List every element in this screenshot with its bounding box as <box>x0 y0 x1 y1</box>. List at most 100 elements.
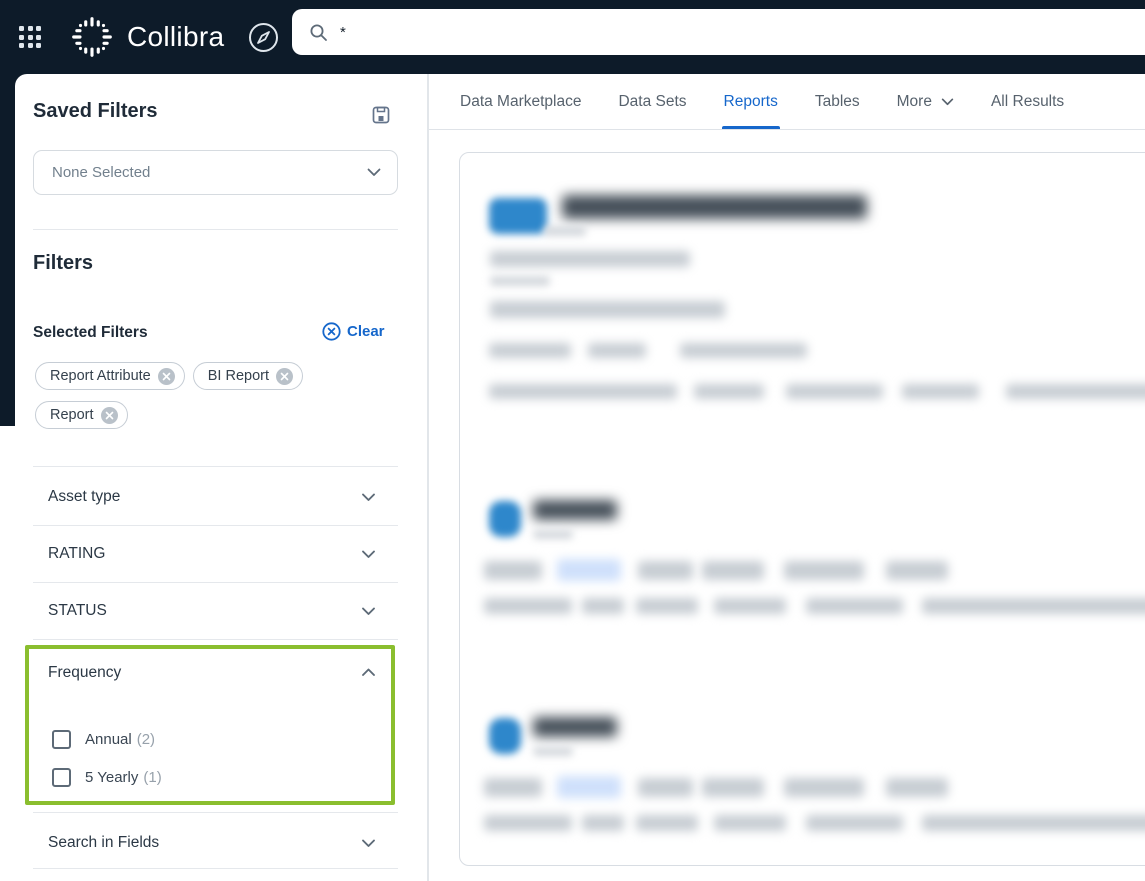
blurred-text-bar <box>490 251 690 267</box>
blurred-text-bar <box>490 301 725 318</box>
result-type-badge <box>489 198 547 234</box>
filter-section-status[interactable]: STATUS <box>48 602 107 620</box>
blurred-text-bar <box>886 561 948 580</box>
blurred-text-bar <box>784 778 864 797</box>
blurred-text-bar <box>714 815 786 831</box>
blurred-text-bar <box>886 778 948 797</box>
option-label: 5 Yearly <box>85 768 139 786</box>
filter-chip-bi-report[interactable]: BI Report <box>192 362 303 390</box>
tab-label: Data Marketplace <box>460 92 582 110</box>
tab-label: Data Sets <box>618 92 687 110</box>
blurred-result-title <box>533 500 617 520</box>
blurred-text-bar <box>636 598 698 614</box>
saved-filters-title: Saved Filters <box>33 100 158 122</box>
blurred-highlight-chip <box>557 559 621 581</box>
divider <box>33 582 398 583</box>
blurred-text-bar <box>484 561 542 580</box>
result-type-badge <box>489 718 521 754</box>
result-type-badge <box>489 501 521 537</box>
blurred-text-bar <box>638 561 693 580</box>
chip-label: BI Report <box>207 368 269 384</box>
app-window: Collibra Saved Filters None Selected <box>0 0 1145 881</box>
chevron-down-icon <box>941 97 954 105</box>
chevron-up-icon[interactable] <box>361 668 376 677</box>
dropdown-selected-value: None Selected <box>52 164 151 181</box>
blurred-text-bar <box>582 815 624 831</box>
blurred-text-bar <box>680 343 807 358</box>
selected-filter-chips-row-2: Report <box>35 401 128 429</box>
chevron-down-icon <box>367 168 381 176</box>
filter-section-frequency[interactable]: Frequency <box>48 664 121 682</box>
tab-label: Reports <box>723 92 778 110</box>
blurred-text-bar <box>484 598 572 614</box>
tab-all-results[interactable]: All Results <box>991 74 1064 129</box>
compass-icon[interactable] <box>248 22 279 53</box>
divider <box>33 812 398 813</box>
blurred-text-bar <box>533 747 573 756</box>
saved-filters-dropdown[interactable]: None Selected <box>33 150 398 195</box>
blurred-text-bar <box>489 343 571 358</box>
blurred-text-bar <box>806 815 903 831</box>
blurred-highlight-chip <box>557 776 621 798</box>
blurred-text-bar <box>484 778 542 797</box>
blurred-result-title <box>562 195 867 219</box>
blurred-text-bar <box>638 778 693 797</box>
five-yearly-checkbox[interactable] <box>52 768 71 787</box>
chip-label: Report Attribute <box>50 368 151 384</box>
divider <box>33 466 398 467</box>
frequency-option-5-yearly: 5 Yearly (1) <box>52 768 162 787</box>
blurred-text-bar <box>806 598 903 614</box>
search-icon <box>310 24 327 41</box>
apps-grid-icon[interactable] <box>19 26 41 48</box>
annual-checkbox[interactable] <box>52 730 71 749</box>
selected-filters-label: Selected Filters <box>33 324 148 341</box>
remove-chip-icon[interactable] <box>157 367 175 385</box>
collibra-mark-icon <box>72 17 112 57</box>
chevron-down-icon[interactable] <box>361 839 376 848</box>
tab-label: More <box>896 92 932 110</box>
blurred-text-bar <box>902 384 979 399</box>
chip-label: Report <box>50 407 94 423</box>
search-results-area: Data Marketplace Data Sets Reports Table… <box>428 74 1145 881</box>
blurred-text-bar <box>786 384 883 399</box>
filter-chip-report-attribute[interactable]: Report Attribute <box>35 362 185 390</box>
search-input[interactable] <box>340 9 1145 55</box>
blurred-text-bar <box>922 598 1145 614</box>
blurred-text-bar <box>1006 384 1145 399</box>
option-count: (2) <box>136 730 156 748</box>
divider <box>33 868 398 869</box>
blurred-text-bar <box>588 343 646 358</box>
tab-reports[interactable]: Reports <box>721 74 781 129</box>
left-dark-strip <box>0 74 15 426</box>
results-tabbar: Data Marketplace Data Sets Reports Table… <box>429 74 1145 130</box>
blurred-text-bar <box>533 530 573 539</box>
blurred-text-bar <box>582 598 624 614</box>
blurred-text-bar <box>702 561 764 580</box>
chevron-down-icon[interactable] <box>361 550 376 559</box>
divider <box>33 639 398 640</box>
chevron-down-icon[interactable] <box>361 607 376 616</box>
blurred-text-bar <box>490 276 550 286</box>
tab-label: All Results <box>990 92 1065 110</box>
remove-chip-icon[interactable] <box>276 367 293 385</box>
filter-section-rating[interactable]: RATING <box>48 545 105 563</box>
chevron-down-icon[interactable] <box>361 493 376 502</box>
filters-title: Filters <box>33 252 94 274</box>
option-label: Annual <box>85 730 132 748</box>
divider <box>33 229 398 230</box>
tab-data-sets[interactable]: Data Sets <box>618 74 686 129</box>
option-count: (1) <box>143 768 162 786</box>
filter-section-search-in-fields[interactable]: Search in Fields <box>48 834 159 852</box>
clear-filters-button[interactable]: Clear <box>322 322 385 341</box>
save-icon[interactable] <box>371 105 391 125</box>
divider <box>33 525 398 526</box>
tab-label: Tables <box>814 92 860 110</box>
filter-section-asset-type[interactable]: Asset type <box>48 488 120 506</box>
tab-data-marketplace[interactable]: Data Marketplace <box>460 74 581 129</box>
filter-chip-report[interactable]: Report <box>35 401 128 429</box>
remove-chip-icon[interactable] <box>100 406 118 424</box>
selected-filter-chips-row-1: Report Attribute BI Report <box>35 362 303 390</box>
tab-tables[interactable]: Tables <box>815 74 860 129</box>
tab-more[interactable]: More <box>897 74 954 129</box>
global-search-bar <box>292 9 1145 55</box>
